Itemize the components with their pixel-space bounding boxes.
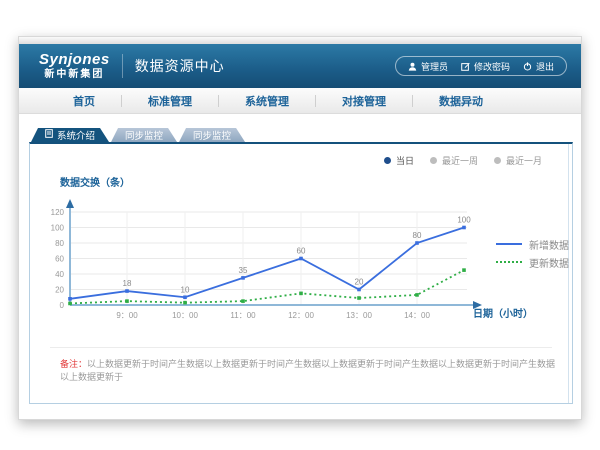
page-title: 数据资源中心 (135, 56, 225, 76)
header-divider (122, 54, 123, 78)
svg-text:10：00: 10：00 (172, 311, 198, 320)
user-menu-admin[interactable]: 管理员 (408, 60, 448, 73)
x-axis-title: 日期（小时） (473, 305, 533, 320)
nav-item-system-mgmt[interactable]: 系统管理 (219, 93, 315, 109)
tab-label: 同步监控 (125, 128, 163, 142)
svg-text:60: 60 (55, 255, 64, 264)
tab-system-intro[interactable]: 系统介绍 (31, 128, 109, 142)
svg-text:20: 20 (355, 278, 364, 287)
app-window: Synjones 新中新集团 数据资源中心 管理员 修改密码 (18, 36, 582, 420)
range-filter: 当日 最近一周 最近一月 (384, 154, 542, 167)
chart-legend: 新增数据 更新数据 (496, 235, 569, 271)
legend-item-updated-data: 更新数据 (496, 253, 569, 271)
svg-text:12：00: 12：00 (288, 311, 314, 320)
user-menu-admin-label: 管理员 (421, 60, 448, 73)
nav-item-home[interactable]: 首页 (47, 93, 121, 109)
range-option-label: 当日 (396, 154, 414, 167)
tab-label: 同步监控 (193, 128, 231, 142)
svg-text:35: 35 (239, 266, 248, 275)
svg-text:20: 20 (55, 286, 64, 295)
svg-text:11：00: 11：00 (230, 311, 256, 320)
nav-item-data-change[interactable]: 数据异动 (413, 93, 509, 109)
svg-text:60: 60 (297, 247, 306, 256)
tab-sync-monitor-1[interactable]: 同步监控 (111, 128, 177, 142)
nav-item-interface-mgmt[interactable]: 对接管理 (316, 93, 412, 109)
tab-label: 系统介绍 (57, 128, 95, 142)
range-option-label: 最近一月 (506, 154, 542, 167)
svg-text:100: 100 (51, 224, 65, 233)
user-menu-change-password[interactable]: 修改密码 (461, 60, 510, 73)
svg-text:40: 40 (55, 270, 64, 279)
legend-label: 新增数据 (529, 237, 569, 252)
svg-text:14：00: 14：00 (404, 311, 430, 320)
svg-text:0: 0 (60, 301, 65, 310)
panel-divider (50, 347, 552, 348)
footnote: 备注：以上数据更新于时间产生数据以上数据更新于时间产生数据以上数据更新于时间产生… (60, 358, 556, 383)
radio-dot-icon (384, 157, 391, 164)
power-icon (523, 62, 532, 71)
range-option-label: 最近一周 (442, 154, 478, 167)
radio-dot-icon (494, 157, 501, 164)
edit-icon (461, 62, 470, 71)
footnote-text: 以上数据更新于时间产生数据以上数据更新于时间产生数据以上数据更新于时间产生数据以… (60, 359, 555, 382)
tab-bar: 系统介绍 同步监控 同步监控 (31, 128, 247, 142)
user-menu-logout[interactable]: 退出 (523, 60, 554, 73)
legend-line-dotted-icon (496, 261, 522, 263)
tab-sync-monitor-2[interactable]: 同步监控 (179, 128, 245, 142)
brand-name: Synjones (39, 52, 110, 69)
app-header: Synjones 新中新集团 数据资源中心 管理员 修改密码 (19, 44, 581, 88)
svg-text:120: 120 (51, 208, 65, 217)
svg-text:18: 18 (123, 279, 132, 288)
svg-text:13：00: 13：00 (346, 311, 372, 320)
range-option-last-month[interactable]: 最近一月 (494, 154, 542, 167)
range-option-last-week[interactable]: 最近一周 (430, 154, 478, 167)
range-option-today[interactable]: 当日 (384, 154, 414, 167)
footnote-prefix: 备注： (60, 359, 87, 369)
radio-dot-icon (430, 157, 437, 164)
svg-text:100: 100 (457, 216, 471, 225)
legend-item-new-data: 新增数据 (496, 235, 569, 253)
user-icon (408, 62, 417, 71)
y-axis-title: 数据交换（条） (60, 174, 130, 189)
user-menu: 管理员 修改密码 退出 (395, 56, 567, 76)
svg-text:80: 80 (55, 239, 64, 248)
user-menu-change-password-label: 修改密码 (474, 60, 510, 73)
user-menu-logout-label: 退出 (536, 60, 554, 73)
legend-line-solid-icon (496, 243, 522, 245)
nav-item-standard-mgmt[interactable]: 标准管理 (122, 93, 218, 109)
legend-label: 更新数据 (529, 255, 569, 270)
svg-text:9：00: 9：00 (116, 311, 138, 320)
svg-text:10: 10 (181, 285, 190, 294)
brand-name-cn: 新中新集团 (39, 69, 110, 80)
content-panel: 当日 最近一周 最近一月 数据交换（条） 0 20 40 60 80 100 120 9：00… (29, 142, 573, 404)
document-icon (45, 129, 53, 141)
main-nav: 首页 标准管理 系统管理 对接管理 数据异动 (19, 88, 581, 114)
svg-text:80: 80 (413, 231, 422, 240)
brand-logo: Synjones 新中新集团 (39, 52, 110, 80)
window-top-strip (19, 37, 581, 44)
